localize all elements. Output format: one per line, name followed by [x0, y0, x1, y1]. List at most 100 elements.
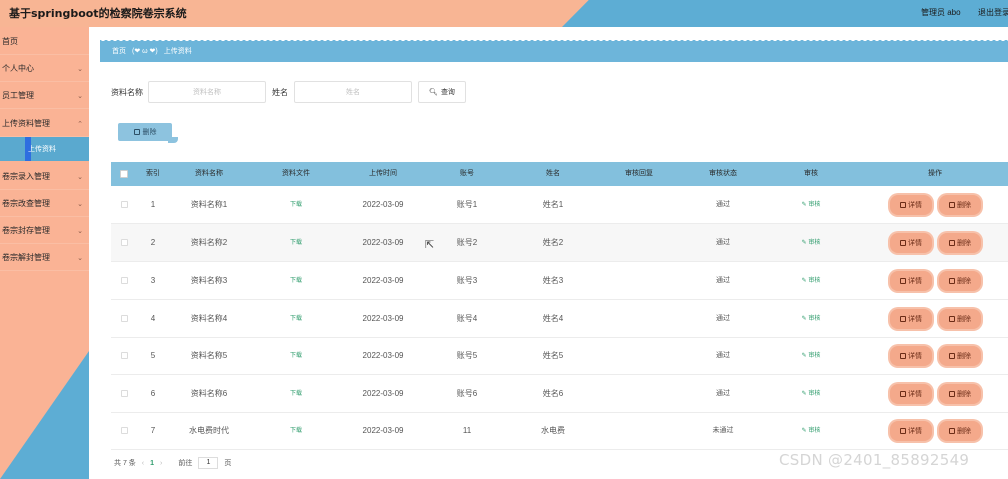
- page-number[interactable]: 1: [150, 460, 154, 467]
- prev-page-button[interactable]: ‹: [142, 460, 144, 467]
- row-checkbox[interactable]: [121, 201, 128, 208]
- download-link[interactable]: 下载: [290, 337, 302, 375]
- cell-status: 未通过: [712, 427, 734, 434]
- detail-button[interactable]: 详情: [890, 421, 932, 441]
- batch-delete-button[interactable]: 删除: [118, 123, 178, 143]
- table-row: 2 资料名称2 下载 2022-03-09 账号2 姓名2 通过 ✎ 审核 详情…: [111, 224, 1008, 262]
- audit-link[interactable]: ✎ 审核: [802, 412, 821, 450]
- trash-icon: [949, 202, 955, 208]
- detail-button[interactable]: 详情: [890, 271, 932, 291]
- delete-button[interactable]: 删除: [939, 421, 981, 441]
- cell-account: 账号5: [456, 351, 478, 360]
- chevron-down-icon: ⌄: [77, 93, 83, 100]
- select-all-checkbox[interactable]: [120, 170, 128, 178]
- sidebar-item-file-entry[interactable]: 卷宗录入管理 ⌄: [0, 164, 89, 190]
- download-link[interactable]: 下载: [290, 186, 302, 224]
- audit-label: 审核: [808, 428, 821, 434]
- query-button[interactable]: 🔍︎ 查询: [418, 81, 466, 103]
- col-name: 资料名称: [195, 170, 223, 177]
- detail-icon: [900, 202, 906, 208]
- audit-label: 审核: [808, 278, 821, 284]
- sidebar-item-profile[interactable]: 个人中心 ⌄: [0, 56, 89, 82]
- sidebar-item-label: 卷宗解封管理: [2, 253, 50, 262]
- audit-link[interactable]: ✎ 审核: [802, 186, 821, 224]
- detail-button[interactable]: 详情: [890, 384, 932, 404]
- download-link[interactable]: 下载: [290, 262, 302, 300]
- person-search-input[interactable]: [294, 81, 412, 103]
- detail-icon: [900, 353, 906, 359]
- audit-link[interactable]: ✎ 审核: [802, 337, 821, 375]
- cell-name: 水电费时代: [189, 426, 229, 435]
- delete-button[interactable]: 删除: [939, 346, 981, 366]
- page-unit-label: 页: [224, 460, 232, 467]
- delete-button[interactable]: 删除: [939, 384, 981, 404]
- detail-button[interactable]: 详情: [890, 195, 932, 215]
- row-checkbox[interactable]: [121, 239, 128, 246]
- batch-delete-label: 删除: [142, 129, 157, 136]
- cell-account: 账号2: [456, 238, 478, 247]
- audit-label: 审核: [808, 202, 821, 208]
- detail-label: 详情: [908, 316, 922, 323]
- delete-label: 删除: [957, 202, 971, 209]
- logout-link[interactable]: 退出登录: [978, 7, 1008, 18]
- sidebar-item-home[interactable]: 首页: [0, 29, 89, 55]
- detail-icon: [900, 428, 906, 434]
- row-checkbox[interactable]: [121, 390, 128, 397]
- sidebar-item-label: 卷宗改查管理: [2, 199, 50, 208]
- row-checkbox[interactable]: [121, 427, 128, 434]
- sidebar-item-upload-manage[interactable]: 上传资料管理 ⌃: [0, 111, 89, 137]
- trash-icon: [949, 240, 955, 246]
- detail-button[interactable]: 详情: [890, 233, 932, 253]
- cell-name: 资料名称1: [190, 200, 228, 209]
- download-link[interactable]: 下载: [290, 224, 302, 262]
- detail-label: 详情: [908, 391, 922, 398]
- next-page-button[interactable]: ›: [160, 460, 162, 467]
- detail-icon: [900, 391, 906, 397]
- app-title: 基于springboot的检察院卷宗系统: [9, 7, 187, 20]
- audit-link[interactable]: ✎ 审核: [802, 375, 821, 413]
- table-row: 5 资料名称5 下载 2022-03-09 账号5 姓名5 通过 ✎ 审核 详情…: [111, 337, 1008, 375]
- delete-button[interactable]: 删除: [939, 271, 981, 291]
- goto-label: 前往: [178, 460, 193, 467]
- sidebar-item-staff[interactable]: 员工管理 ⌄: [0, 83, 89, 109]
- breadcrumb-home[interactable]: 首页: [112, 46, 126, 56]
- delete-button[interactable]: 删除: [939, 309, 981, 329]
- download-link[interactable]: 下载: [290, 375, 302, 413]
- detail-label: 详情: [908, 278, 922, 285]
- chevron-down-icon: ⌄: [77, 201, 83, 208]
- breadcrumb: 首页 (❤ ω ❤) 上传资料: [100, 38, 1008, 64]
- delete-button[interactable]: 删除: [939, 195, 981, 215]
- person-filter-label: 姓名: [272, 88, 288, 97]
- cell-name: 资料名称4: [190, 314, 228, 323]
- audit-link[interactable]: ✎ 审核: [802, 262, 821, 300]
- audit-link[interactable]: ✎ 审核: [802, 300, 821, 338]
- detail-icon: [900, 240, 906, 246]
- trash-icon: [949, 428, 955, 434]
- cell-index: 4: [150, 314, 156, 323]
- sidebar-subitem-upload[interactable]: 上传资料: [0, 137, 89, 161]
- col-actions: 操作: [928, 170, 942, 177]
- cell-name: 资料名称3: [190, 276, 228, 285]
- cell-person: 姓名6: [542, 389, 564, 398]
- download-link[interactable]: 下载: [290, 412, 302, 450]
- sidebar-item-file-edit[interactable]: 卷宗改查管理 ⌄: [0, 191, 89, 217]
- delete-button[interactable]: 删除: [939, 233, 981, 253]
- sidebar-item-file-seal[interactable]: 卷宗封存管理 ⌄: [0, 218, 89, 244]
- detail-button[interactable]: 详情: [890, 309, 932, 329]
- col-account: 账号: [460, 170, 474, 177]
- edit-icon: ✎: [801, 278, 809, 284]
- cell-index: 3: [150, 276, 156, 285]
- goto-page-input[interactable]: 1: [198, 457, 219, 469]
- audit-link[interactable]: ✎ 审核: [802, 224, 821, 262]
- download-link[interactable]: 下载: [290, 300, 302, 338]
- cell-account: 账号4: [456, 314, 478, 323]
- top-header: 基于springboot的检察院卷宗系统 管理员 abo 退出登录: [0, 0, 1008, 27]
- name-search-input[interactable]: [148, 81, 266, 103]
- row-checkbox[interactable]: [121, 315, 128, 322]
- col-person: 姓名: [546, 170, 560, 177]
- row-checkbox[interactable]: [121, 352, 128, 359]
- detail-button[interactable]: 详情: [890, 346, 932, 366]
- sidebar-item-file-unseal[interactable]: 卷宗解封管理 ⌄: [0, 245, 89, 271]
- cell-index: 5: [150, 351, 156, 360]
- row-checkbox[interactable]: [121, 277, 128, 284]
